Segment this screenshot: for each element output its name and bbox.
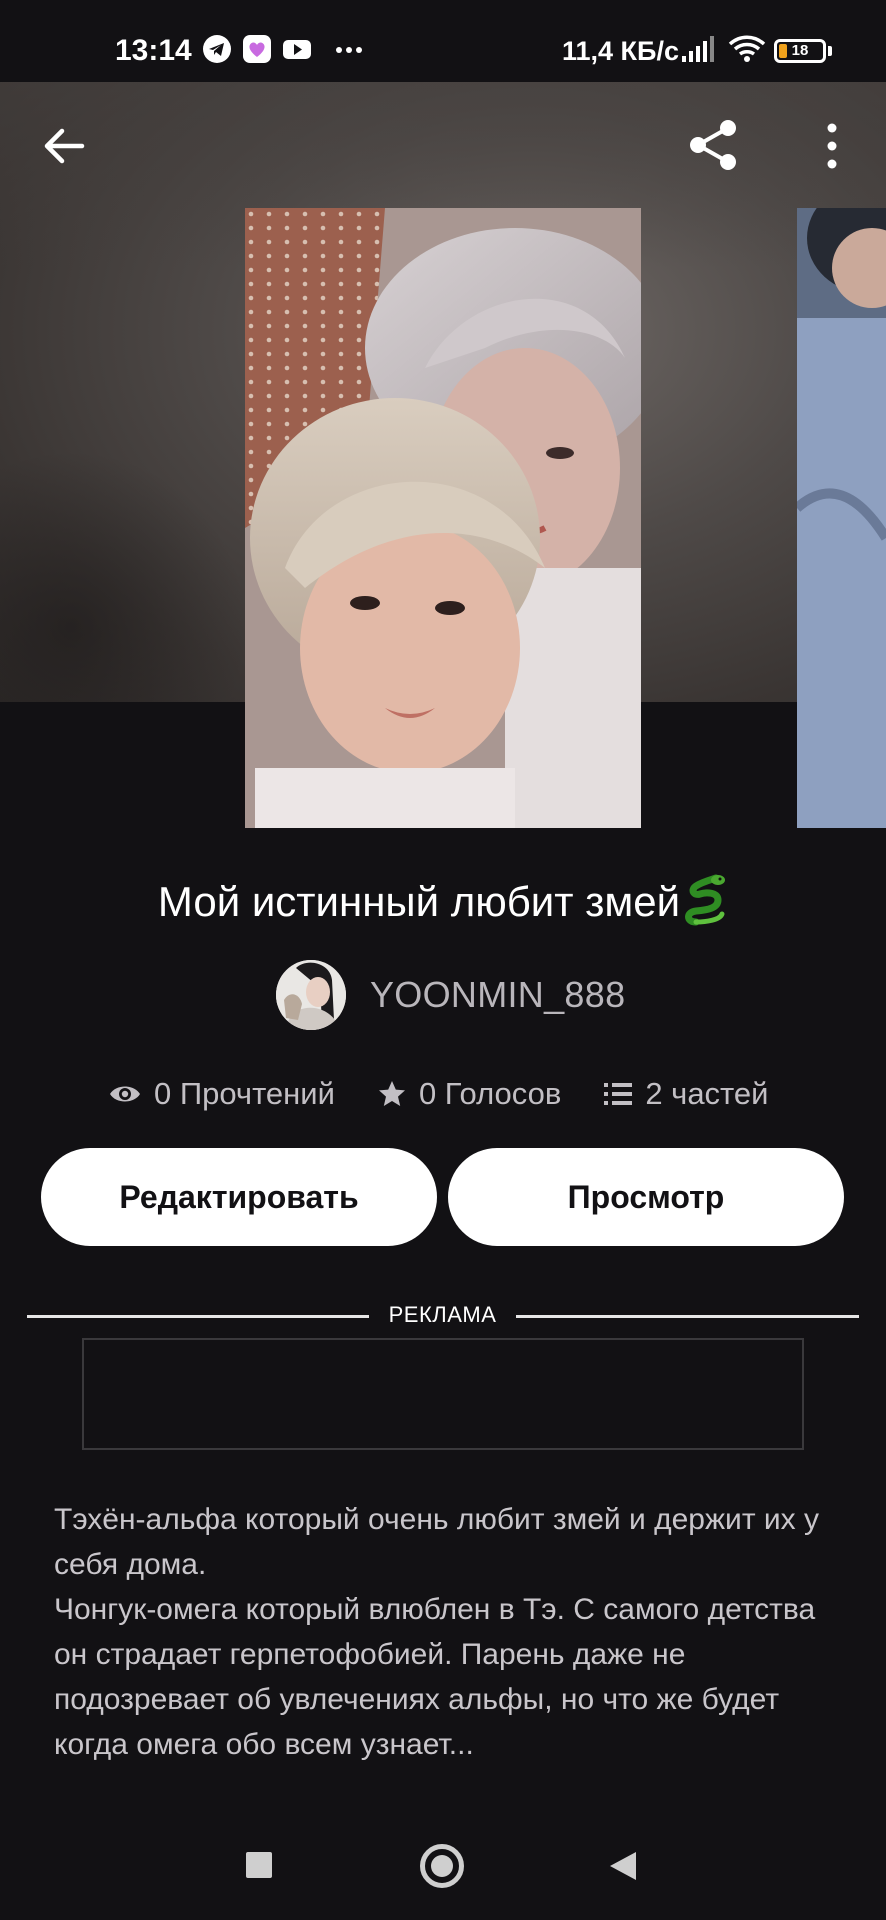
avatar-illustration	[276, 960, 346, 1030]
recent-apps-button[interactable]	[246, 1852, 272, 1878]
reads-stat: 0 Прочтений	[108, 1076, 335, 1112]
star-icon	[378, 1081, 405, 1106]
story-title-text: Мой истинный любит змей	[157, 878, 681, 925]
home-button[interactable]	[420, 1844, 464, 1888]
back-arrow-icon[interactable]	[38, 120, 90, 172]
story-description: Тэхён-альфа который очень любит змей и д…	[54, 1503, 819, 1761]
author-link[interactable]: YOONMIN_888	[276, 960, 625, 1030]
status-bar: 13:14 11,4 КБ/с 18	[0, 0, 886, 82]
ad-label: РЕКЛАМА	[388, 1302, 497, 1327]
battery-icon: 18	[774, 39, 826, 63]
ad-divider-left	[27, 1315, 369, 1318]
share-icon[interactable]	[684, 116, 742, 174]
status-time: 13:14	[115, 34, 192, 67]
more-vertical-icon[interactable]	[814, 118, 850, 174]
cover-illustration	[245, 208, 641, 828]
more-dots-icon	[336, 47, 362, 53]
snake-emoji-icon	[685, 874, 726, 926]
battery-cap	[828, 46, 832, 56]
reads-count: 0 Прочтений	[154, 1076, 335, 1111]
next-story-cover[interactable]	[797, 208, 886, 828]
signal-icon	[682, 36, 714, 62]
nav-back-icon[interactable]	[608, 1850, 638, 1882]
eye-icon	[110, 1086, 140, 1102]
next-cover-illustration	[797, 208, 886, 828]
author-name: YOONMIN_888	[370, 974, 626, 1015]
ad-divider-right	[516, 1315, 859, 1318]
story-title: Мой истинный любит змей	[0, 874, 886, 926]
story-cover-image[interactable]	[245, 208, 641, 828]
heart-app-icon	[243, 35, 271, 63]
telegram-icon	[203, 35, 231, 63]
ad-slot[interactable]	[82, 1338, 804, 1450]
story-stats: 0 Прочтений 0 Голосов 2 частей	[108, 1072, 768, 1116]
edit-button[interactable]: Редактировать	[41, 1148, 437, 1246]
votes-stat: 0 Голосов	[377, 1076, 561, 1112]
parts-count: 2 частей	[645, 1076, 769, 1111]
view-button[interactable]: Просмотр	[448, 1148, 844, 1246]
votes-count: 0 Голосов	[418, 1076, 562, 1111]
network-speed: 11,4 КБ/с	[562, 36, 679, 66]
battery-level: 18	[791, 42, 809, 59]
avatar	[276, 960, 346, 1030]
list-icon	[604, 1083, 633, 1105]
youtube-icon	[283, 40, 311, 59]
wifi-icon	[728, 35, 766, 62]
parts-stat: 2 частей	[603, 1076, 768, 1112]
